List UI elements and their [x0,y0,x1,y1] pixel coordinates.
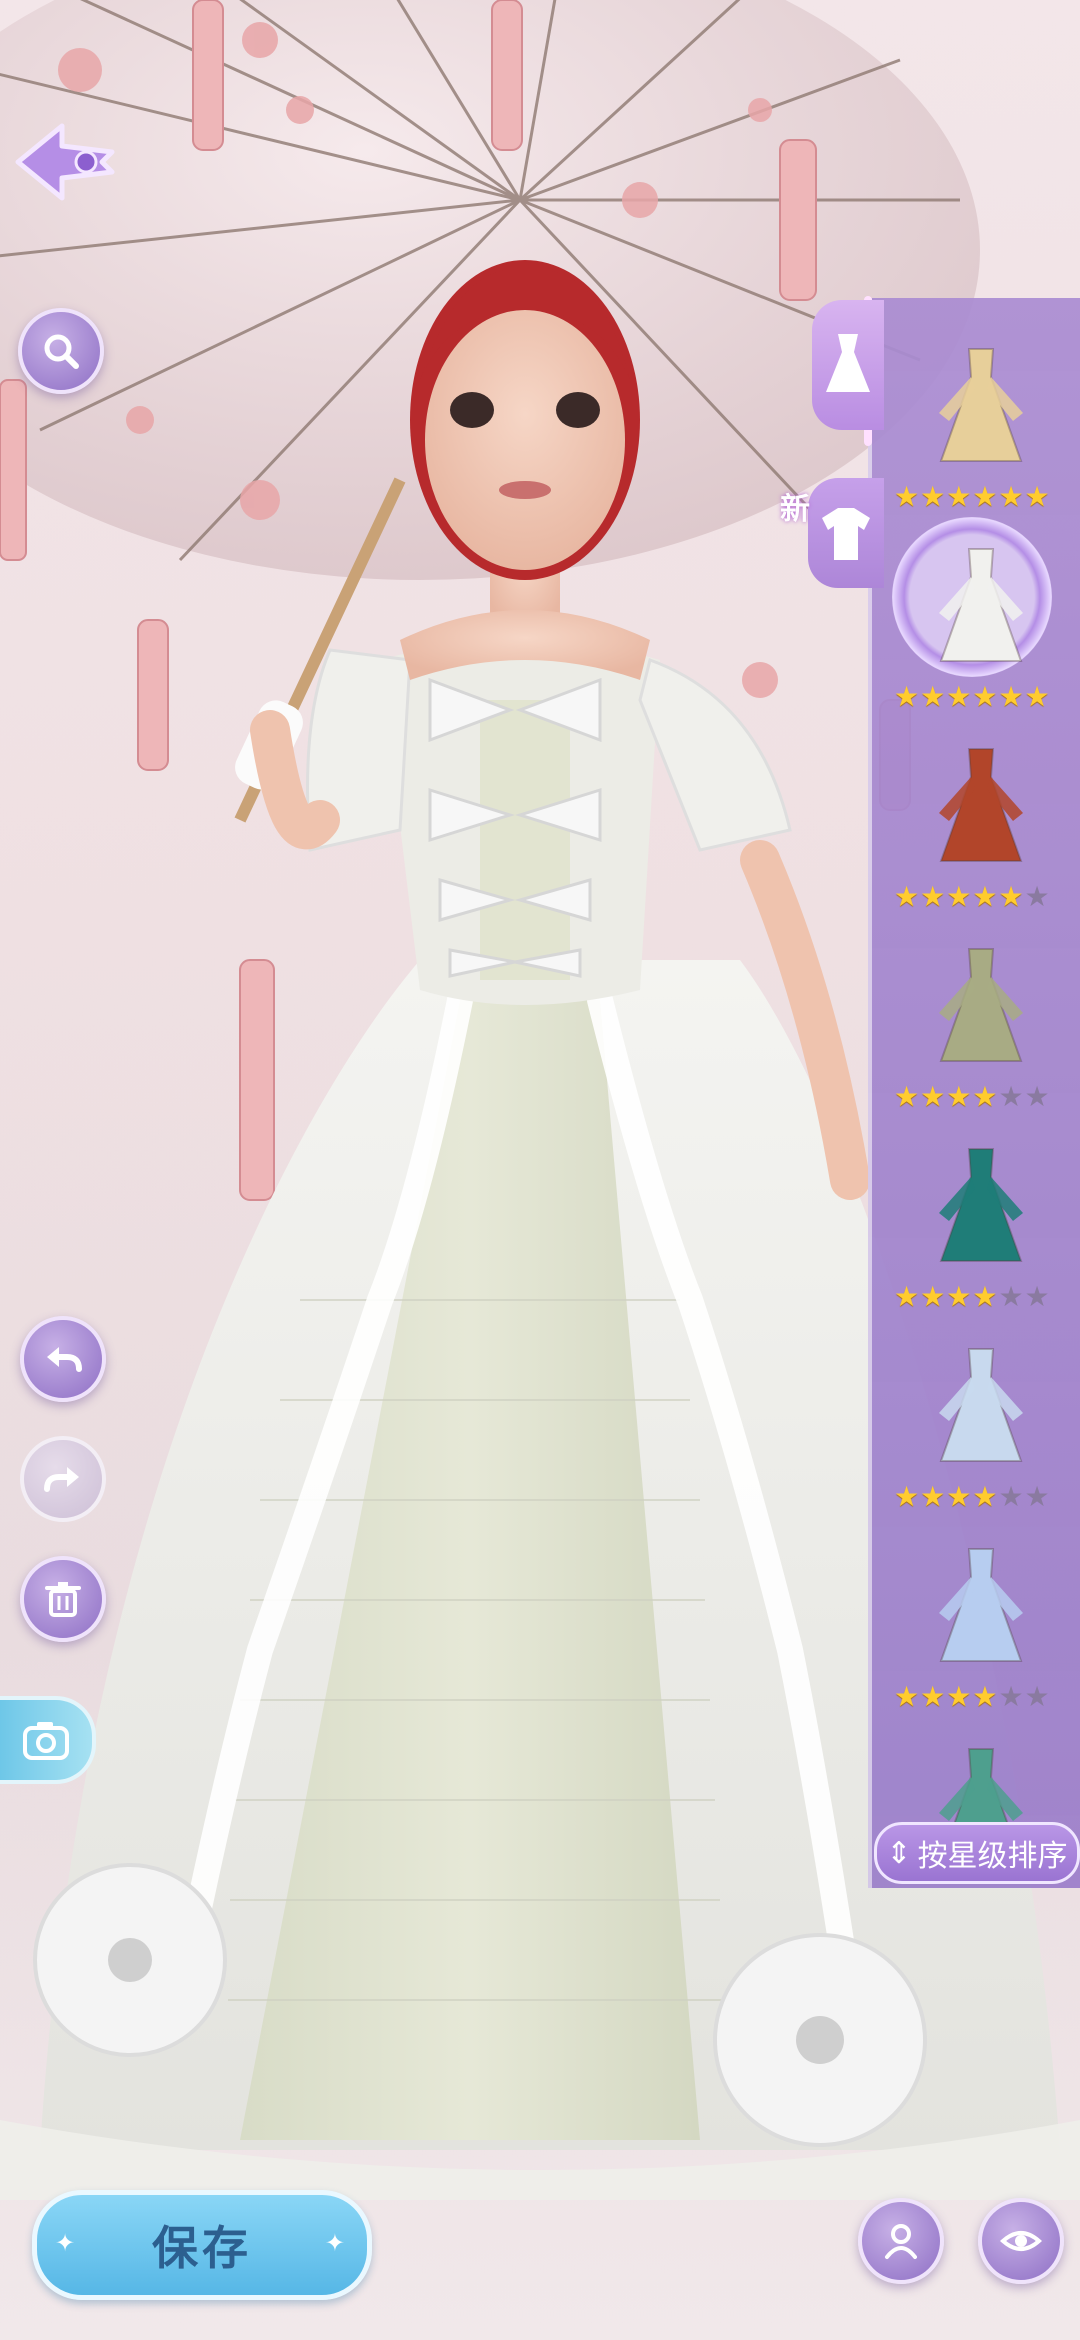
undo-button[interactable] [20,1316,106,1402]
star-icon: ★ [894,480,920,513]
outfit-thumbnail [939,948,1023,1062]
star-icon: ★ [972,680,998,713]
back-arrow-icon [15,123,115,201]
star-icon: ★ [998,1280,1024,1313]
save-button[interactable]: ✦ 保存 ✦ [32,2190,372,2300]
star-icon: ★ [946,480,972,513]
star-icon: ★ [946,1680,972,1713]
star-icon: ★ [972,1080,998,1113]
tab-dress[interactable] [812,300,884,430]
star-icon: ★ [946,1280,972,1313]
back-button[interactable] [12,112,124,212]
camera-button[interactable] [0,1696,96,1784]
redo-button[interactable] [20,1436,106,1522]
star-icon: ★ [1024,1280,1050,1313]
star-icon: ★ [998,480,1024,513]
outfit-item[interactable]: ★ ★ ★ ★ ★ ★ [886,1535,1076,1725]
star-icon: ★ [920,680,946,713]
star-icon: ★ [920,1680,946,1713]
star-icon: ★ [920,480,946,513]
star-icon: ★ [920,1480,946,1513]
sort-label: 按星级排序 [917,1839,1068,1874]
star-icon: ★ [894,1480,920,1513]
camera-icon [23,1722,69,1760]
outfit-item[interactable]: ★ ★ ★ ★ ★ ★ [886,335,1076,525]
star-icon: ★ [1024,680,1050,713]
star-icon: ★ [1024,1680,1050,1713]
star-rating: ★ ★ ★ ★ ★ ★ [894,683,1050,711]
star-icon: ★ [894,1280,920,1313]
star-icon: ★ [894,880,920,913]
star-icon: ★ [972,1680,998,1713]
outfit-thumbnail [939,548,1023,662]
star-icon: ★ [920,880,946,913]
outfit-item[interactable]: ★ ★ ★ ★ ★ ★ [886,1335,1076,1525]
search-button[interactable] [18,308,104,394]
star-icon: ★ [972,480,998,513]
star-icon: ★ [972,880,998,913]
model-button[interactable] [858,2198,944,2284]
trash-icon [45,1582,81,1617]
new-badge: 新 [780,492,810,527]
star-icon: ★ [946,680,972,713]
tab-top[interactable] [808,478,884,588]
outfit-thumbnail [939,1348,1023,1462]
star-icon: ★ [946,880,972,913]
star-icon: ★ [920,1280,946,1313]
outfit-thumbnail [939,348,1023,462]
star-rating: ★ ★ ★ ★ ★ ★ [894,483,1050,511]
star-icon: ★ [972,1480,998,1513]
sort-icon: ⇕ [886,1835,912,1871]
outfit-item[interactable]: ★ ★ ★ ★ ★ ★ [886,517,1076,725]
dress-icon [826,334,870,392]
sparkle-icon: ✦ [55,2229,80,2257]
star-icon: ★ [1024,880,1050,913]
shirt-icon [822,508,870,560]
eye-icon [999,2231,1043,2251]
redo-icon [44,1467,79,1492]
star-icon: ★ [972,1280,998,1313]
person-icon [885,2224,917,2259]
star-icon: ★ [920,1080,946,1113]
sort-by-stars-button[interactable]: ⇕ 按星级排序 [874,1822,1080,1884]
star-rating: ★ ★ ★ ★ ★ ★ [894,1683,1050,1711]
star-icon: ★ [998,680,1024,713]
preview-button[interactable] [978,2198,1064,2284]
star-rating: ★ ★ ★ ★ ★ ★ [894,1083,1050,1111]
star-icon: ★ [894,1080,920,1113]
sparkle-icon: ✦ [324,2229,349,2257]
search-icon [44,334,79,369]
save-label: 保存 [152,2221,252,2275]
star-rating: ★ ★ ★ ★ ★ ★ [894,1283,1050,1311]
star-icon: ★ [998,880,1024,913]
outfit-thumbnail [939,1548,1023,1662]
outfit-item[interactable]: ★ ★ ★ ★ ★ ★ [886,1135,1076,1325]
delete-button[interactable] [20,1556,106,1642]
star-icon: ★ [1024,1480,1050,1513]
outfit-item[interactable]: ★ ★ ★ ★ ★ ★ [886,935,1076,1125]
outfit-thumbnail [939,1148,1023,1262]
outfit-item[interactable]: ★ ★ ★ ★ ★ ★ [886,735,1076,925]
star-icon: ★ [946,1080,972,1113]
character-head [400,260,650,680]
star-icon: ★ [894,1680,920,1713]
star-icon: ★ [998,1680,1024,1713]
dress-up-scene: 新 ★ ★ ★ ★ ★ ★ ★ ★ ★ ★ ★ ★ ★ ★ ★ ★ ★ ★ ★ ★ ★ ★ ★ ★ ★ ★ ★ ★ ★ ★ ★ ★ ★ ★ ★ ★ ★ ★… [0,0,1080,2340]
star-icon: ★ [998,1480,1024,1513]
outfit-thumbnail [939,748,1023,862]
star-icon: ★ [998,1080,1024,1113]
star-icon: ★ [946,1480,972,1513]
undo-icon [47,1347,82,1372]
star-rating: ★ ★ ★ ★ ★ ★ [894,1483,1050,1511]
star-rating: ★ ★ ★ ★ ★ ★ [894,883,1050,911]
star-icon: ★ [1024,1080,1050,1113]
star-icon: ★ [894,680,920,713]
star-icon: ★ [1024,480,1050,513]
